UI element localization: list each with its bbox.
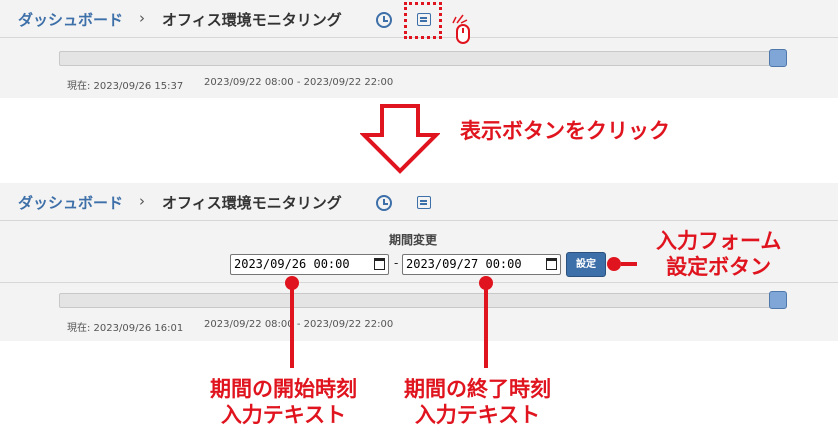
period-start-input[interactable]: 2023/09/26 00:00 — [230, 254, 389, 275]
data-range-label: 2023/09/22 08:00 - 2023/09/22 22:00 — [204, 319, 394, 330]
set-button-annotation-line2: 設定ボタン — [666, 255, 772, 280]
breadcrumb-separator: › — [139, 9, 145, 27]
arrow-down-icon — [360, 104, 440, 174]
set-button-annotation-line1: 入力フォーム — [656, 229, 782, 253]
set-button-marker — [607, 257, 621, 271]
time-slider-handle[interactable] — [769, 291, 787, 309]
start-input-annotation: 期間の開始時刻 入力テキスト — [210, 376, 357, 429]
calendar-icon[interactable] — [546, 258, 557, 270]
breadcrumb: ダッシュボード › オフィス環境モニタリング — [0, 183, 838, 221]
click-spark-icon — [452, 14, 468, 24]
end-input-annotation: 期間の終了時刻 入力テキスト — [404, 376, 551, 429]
end-input-annotation-line2: 入力テキスト — [414, 403, 541, 428]
start-input-leader — [290, 288, 294, 368]
step-caption: 表示ボタンをクリック — [460, 119, 670, 143]
period-end-input[interactable]: 2023/09/27 00:00 — [402, 254, 561, 275]
page-title: オフィス環境モニタリング — [162, 194, 342, 212]
dashboard-panel-before: ダッシュボード › オフィス環境モニタリング 現在: 2023/09/26 15… — [0, 0, 838, 98]
current-time-label: 現在: 2023/09/26 16:01 — [67, 323, 184, 334]
time-slider[interactable] — [59, 51, 787, 66]
current-time-label: 現在: 2023/09/26 15:37 — [67, 81, 184, 92]
breadcrumb-dashboard-link[interactable]: ダッシュボード — [18, 192, 123, 213]
data-range-label: 2023/09/22 08:00 - 2023/09/22 22:00 — [204, 77, 394, 88]
period-end-value: 2023/09/27 00:00 — [406, 257, 522, 271]
period-form-title: 期間変更 — [389, 233, 438, 247]
period-start-value: 2023/09/26 00:00 — [234, 257, 350, 271]
display-icon[interactable] — [417, 196, 431, 209]
clock-icon[interactable] — [376, 12, 392, 28]
page-title: オフィス環境モニタリング — [162, 11, 342, 29]
set-button-leader — [621, 262, 637, 266]
start-input-annotation-line2: 入力テキスト — [220, 403, 347, 428]
mouse-icon — [456, 24, 470, 44]
breadcrumb-separator: › — [139, 192, 145, 210]
start-input-annotation-line1: 期間の開始時刻 — [210, 377, 357, 401]
end-input-leader — [484, 288, 488, 368]
display-button-highlight — [404, 2, 442, 39]
time-slider-handle[interactable] — [769, 49, 787, 67]
period-separator: - — [394, 256, 399, 270]
set-button-annotation: 入力フォーム 設定ボタン — [656, 228, 781, 281]
time-slider[interactable] — [59, 293, 787, 308]
end-input-annotation-line1: 期間の終了時刻 — [404, 377, 551, 401]
breadcrumb-dashboard-link[interactable]: ダッシュボード — [18, 9, 123, 30]
period-set-button[interactable]: 設定 — [566, 252, 606, 277]
calendar-icon[interactable] — [374, 258, 385, 270]
clock-icon[interactable] — [376, 195, 392, 211]
